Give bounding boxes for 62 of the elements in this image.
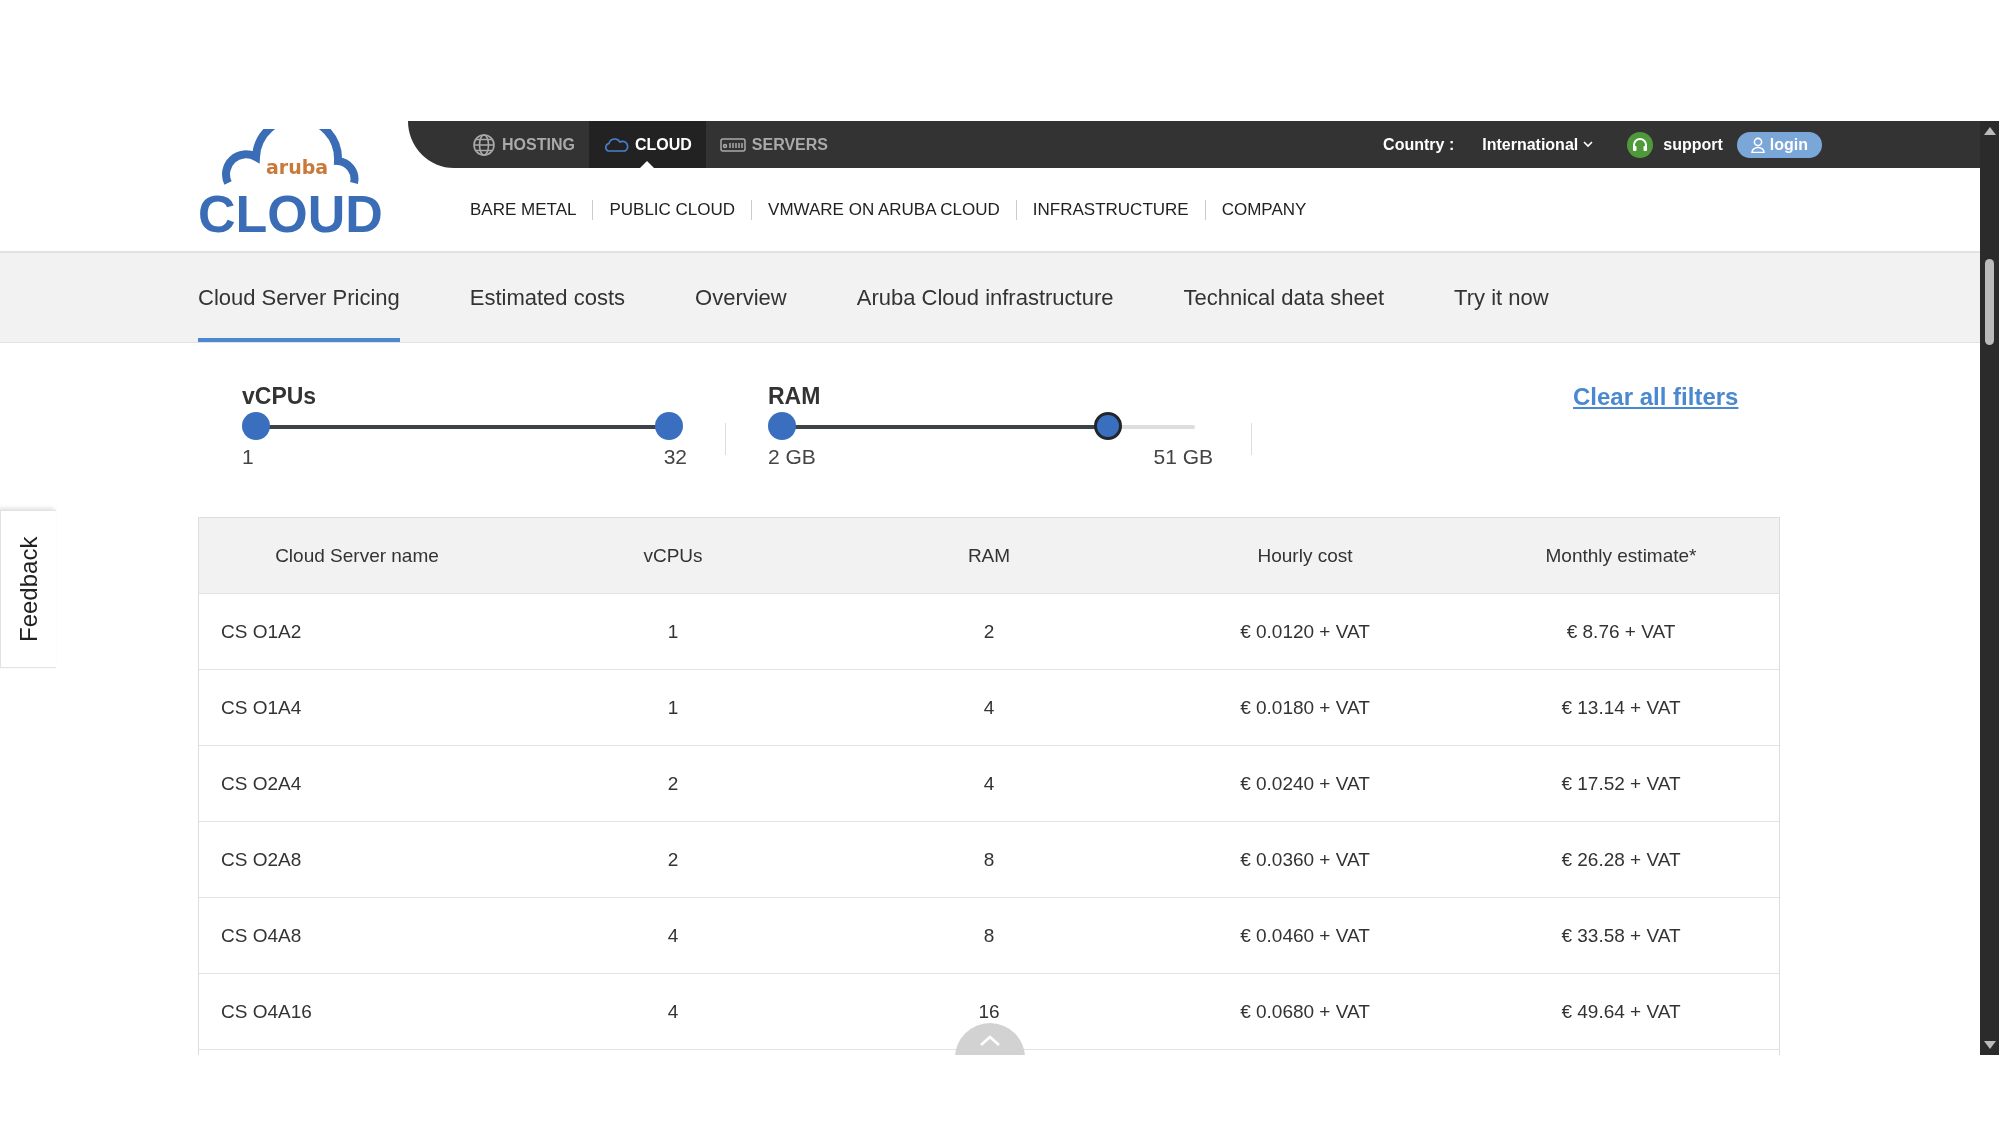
- table-cell: € 17.52 + VAT: [1561, 772, 1681, 795]
- support-link[interactable]: support: [1627, 131, 1723, 158]
- table-cell: € 0.0240 + VAT: [1240, 772, 1370, 795]
- page-tab[interactable]: Technical data sheet: [1183, 253, 1385, 342]
- table-cell: 1: [667, 620, 679, 643]
- table-cell: € 0.0180 + VAT: [1240, 696, 1370, 719]
- nav-link[interactable]: BARE METAL: [470, 199, 577, 220]
- column-header: RAM: [967, 544, 1011, 567]
- section-tab[interactable]: SERVERS: [705, 121, 842, 168]
- table-cell: € 33.58 + VAT: [1561, 924, 1681, 947]
- table-cell: 4: [667, 924, 679, 947]
- table-cell: 8: [983, 924, 995, 947]
- table-cell: € 13.14 + VAT: [1561, 696, 1681, 719]
- table-cell: CS O1A4: [221, 696, 302, 719]
- section-tab[interactable]: CLOUD: [588, 121, 706, 168]
- clear-filters-link[interactable]: Clear all filters: [1573, 383, 1739, 411]
- section-tab[interactable]: HOSTING: [458, 121, 589, 168]
- table-cell: CS O2A8: [221, 848, 302, 871]
- table-cell: CS O4A16: [221, 1000, 312, 1023]
- column-header: Monthly estimate*: [1545, 544, 1697, 567]
- feedback-tab[interactable]: Feedback: [0, 510, 56, 668]
- table-cell: € 0.0460 + VAT: [1240, 924, 1370, 947]
- table-cell: CS O4A8: [221, 924, 302, 947]
- table-cell: 2: [983, 620, 995, 643]
- table-cell: 2: [667, 848, 679, 871]
- table-cell: 4: [983, 772, 995, 795]
- range-min-label: 2 GB: [768, 445, 816, 469]
- country-dropdown[interactable]: International: [1482, 135, 1594, 154]
- range-max-label: 51 GB: [1153, 445, 1213, 469]
- country-label: Country :: [1383, 135, 1455, 154]
- table-cell: € 0.0120 + VAT: [1240, 620, 1370, 643]
- table-cell: € 26.28 + VAT: [1561, 848, 1681, 871]
- table-cell: CS O2A4: [221, 772, 302, 795]
- logo-text: CLOUD: [198, 187, 383, 241]
- table-cell: € 8.76 + VAT: [1566, 620, 1676, 643]
- table-cell: € 0.0680 + VAT: [1240, 1000, 1370, 1023]
- filter-label: RAM: [768, 383, 822, 411]
- column-header: Hourly cost: [1257, 544, 1353, 567]
- range-min-label: 1: [242, 445, 254, 469]
- table-cell: 8: [983, 848, 995, 871]
- table-cell: 2: [667, 772, 679, 795]
- page-tab[interactable]: Aruba Cloud infrastructure: [856, 253, 1114, 342]
- logo-script-text: aruba: [266, 155, 329, 179]
- filter-label: vCPUs: [242, 383, 318, 411]
- page-tab[interactable]: Try it now: [1454, 253, 1549, 342]
- nav-link[interactable]: PUBLIC CLOUD: [609, 199, 736, 220]
- table-cell: 4: [983, 696, 995, 719]
- page-tab[interactable]: Estimated costs: [469, 253, 626, 342]
- nav-link[interactable]: COMPANY: [1221, 199, 1307, 220]
- column-header: vCPUs: [643, 544, 703, 567]
- table-cell: 4: [667, 1000, 679, 1023]
- table-cell: 16: [978, 1000, 1000, 1023]
- column-header: Cloud Server name: [275, 544, 439, 567]
- table-cell: € 0.0360 + VAT: [1240, 848, 1370, 871]
- page-tab[interactable]: Overview: [695, 253, 787, 342]
- range-max-label: 32: [663, 445, 687, 469]
- table-cell: CS O1A2: [221, 620, 302, 643]
- page-tab[interactable]: Cloud Server Pricing: [198, 253, 400, 342]
- table-cell: 1: [667, 696, 679, 719]
- table-cell: € 49.64 + VAT: [1561, 1000, 1681, 1023]
- nav-link[interactable]: INFRASTRUCTURE: [1032, 199, 1189, 220]
- nav-link[interactable]: VMWARE ON ARUBA CLOUD: [768, 199, 1000, 220]
